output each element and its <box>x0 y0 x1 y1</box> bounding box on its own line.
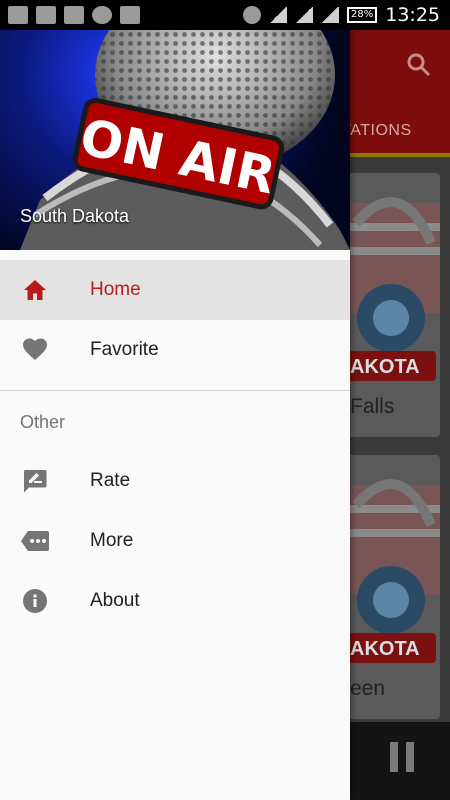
data-saver-icon <box>243 6 261 24</box>
section-title-other: Other <box>20 412 66 432</box>
drawer-header: ON AIR South Dakota <box>0 30 350 250</box>
back-arrow-icon <box>36 6 56 24</box>
station-logo: AKOTA <box>346 197 440 381</box>
signal-icon <box>295 7 313 23</box>
drawer-title: South Dakota <box>20 206 130 226</box>
station-name: Falls <box>350 395 395 418</box>
home-icon <box>24 280 46 300</box>
signal-2-icon <box>321 7 339 23</box>
menu-item-more[interactable]: More <box>0 511 350 571</box>
station-logo: AKOTA <box>346 479 440 663</box>
pause-icon[interactable] <box>390 742 414 772</box>
heart-icon <box>23 338 47 360</box>
search-icon[interactable] <box>406 52 432 78</box>
info-icon <box>23 589 47 613</box>
card-logo-text: AKOTA <box>350 356 420 378</box>
menu-item-about[interactable]: About <box>0 571 350 631</box>
navigation-drawer: ON AIR South Dakota Home Favorite Other <box>0 30 350 800</box>
notification-icons <box>0 6 140 24</box>
menu-item-label: About <box>90 590 140 611</box>
station-card[interactable]: AKOTA een <box>346 455 440 719</box>
player-bar <box>350 722 450 800</box>
menu-item-home[interactable]: Home <box>0 260 350 320</box>
chat-icon <box>92 6 112 24</box>
drawer-menu: Home Favorite Other Rate More About <box>0 250 350 631</box>
station-card[interactable]: AKOTA Falls <box>346 173 440 437</box>
menu-item-label: More <box>90 530 134 551</box>
menu-item-rate[interactable]: Rate <box>0 451 350 511</box>
battery-indicator: 28% <box>347 7 378 23</box>
wifi-icon <box>269 7 287 23</box>
cleaner-icon <box>120 6 140 24</box>
card-logo-text: AKOTA <box>350 638 420 660</box>
menu-item-label: Rate <box>90 470 131 491</box>
image-icon <box>64 6 84 24</box>
system-icons: 28% 13:25 <box>243 4 450 26</box>
menu-item-favorite[interactable]: Favorite <box>0 320 350 380</box>
station-name: een <box>350 677 386 700</box>
status-bar: 28% 13:25 <box>0 0 450 30</box>
menu-item-label: Home <box>90 279 141 300</box>
alert-icon <box>8 6 28 24</box>
tab-indicator <box>350 153 450 157</box>
menu-item-label: Favorite <box>90 339 159 360</box>
rate-icon <box>23 470 47 493</box>
clock: 13:25 <box>385 4 440 26</box>
more-icon <box>21 531 49 551</box>
